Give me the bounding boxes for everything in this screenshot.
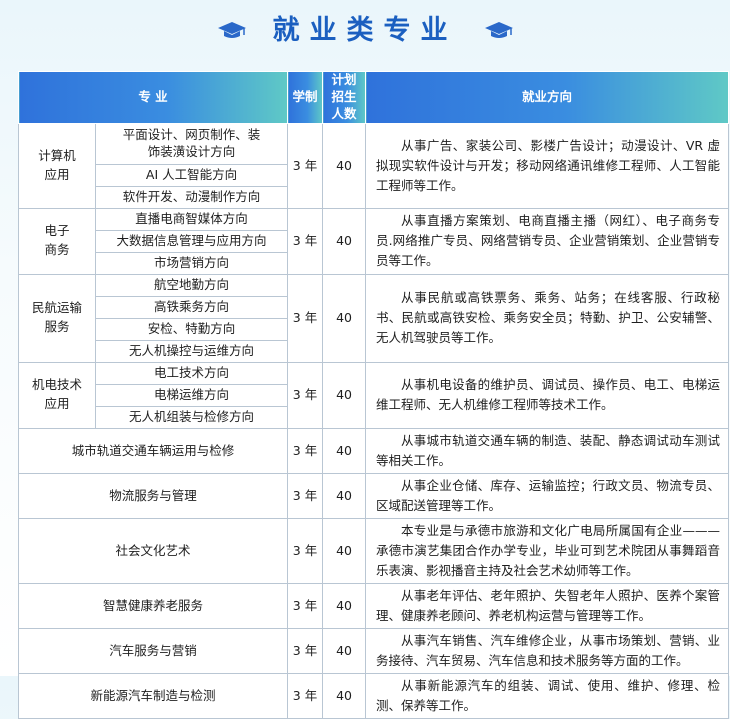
page-header: 就业类专业: [0, 0, 730, 60]
category-cell: 电子商务: [18, 207, 96, 275]
years-cell: 3 年: [287, 582, 324, 629]
plan-cell: 40: [322, 517, 367, 584]
graduation-cap-icon: [484, 22, 513, 38]
direction-cell: 从事城市轨道交通车辆的制造、装配、静态调试动车测试等相关工作。: [365, 427, 730, 474]
years-cell: 3 年: [287, 472, 324, 519]
plan-cell: 40: [322, 672, 367, 719]
plan-cell: 40: [322, 582, 367, 629]
major-cell: 社会文化艺术: [17, 517, 289, 584]
years-cell: 3 年: [287, 122, 324, 209]
table-row: 机电技术应用 电工技术方向 3 年 40 从事机电设备的维护员、调试员、操作员、…: [18, 361, 730, 429]
majors-table: 专 业 学制 计划招生人数 就业方向 计算机应用 平面设计、网页制作、装饰装潢设…: [17, 71, 730, 719]
plan-cell: 40: [322, 627, 367, 674]
table-row: 电子商务 直播电商智媒体方向 3 年 40 从事直播方案策划、电商直播主播（网红…: [18, 207, 730, 275]
category-label: 电子商务: [44, 223, 70, 258]
direction-cell: 从事老年评估、老年照护、失智老年人照护、医养个案管理、健康养老顾问、养老机构运营…: [365, 582, 730, 629]
page-title: 就业类专业: [272, 14, 458, 46]
direction-cell: 从事广告、家装公司、影楼广告设计；动漫设计、VR 虚拟现实软件设计与开发；移动网…: [365, 122, 730, 209]
header-major: 专 业: [17, 71, 289, 124]
direction-cell: 从事企业仓储、库存、运输监控；行政文员、物流专员、区域配送管理等工作。: [365, 472, 730, 519]
table-row: 民航运输服务 航空地勤方向 3 年 40 从事民航或高铁票务、乘务、站务；在线客…: [18, 273, 730, 363]
sub-major-cell: AI 人工智能方向: [94, 163, 289, 187]
direction-cell: 从事机电设备的维护员、调试员、操作员、电工、电梯运维工程师、无人机维修工程师等技…: [365, 361, 730, 429]
sub-major-cell: 电梯运维方向: [94, 383, 289, 407]
sub-major-cell: 软件开发、动漫制作方向: [94, 185, 289, 209]
direction-cell: 本专业是与承德市旅游和文化广电局所属国有企业———承德市演艺集团合作办学专业，毕…: [365, 517, 730, 584]
sub-major-cell: 市场营销方向: [94, 251, 289, 275]
sub-major-cell: 大数据信息管理与应用方向: [94, 229, 289, 253]
years-cell: 3 年: [287, 273, 324, 363]
years-cell: 3 年: [287, 427, 324, 474]
category-cell: 计算机应用: [18, 122, 96, 209]
table-row: 智慧健康养老服务 3 年 40 从事老年评估、老年照护、失智老年人照护、医养个案…: [17, 582, 730, 629]
table-row: 物流服务与管理 3 年 40 从事企业仓储、库存、运输监控；行政文员、物流专员、…: [17, 472, 730, 519]
direction-cell: 从事直播方案策划、电商直播主播（网红）、电子商务专员.网络推广专员、网络营销专员…: [365, 207, 730, 275]
table-row: 新能源汽车制造与检测 3 年 40 从事新能源汽车的组装、调试、使用、维护、修理…: [17, 672, 730, 719]
table-row: 汽车服务与营销 3 年 40 从事汽车销售、汽车维修企业，从事市场策划、营销、业…: [17, 627, 730, 674]
years-cell: 3 年: [287, 361, 324, 429]
category-label: 计算机应用: [38, 147, 76, 182]
major-cell: 物流服务与管理: [17, 472, 289, 519]
sub-major-cell: 高铁乘务方向: [94, 295, 289, 319]
years-cell: 3 年: [287, 517, 324, 584]
table-row: 城市轨道交通车辆运用与检修 3 年 40 从事城市轨道交通车辆的制造、装配、静态…: [17, 427, 730, 474]
sub-major-cell: 航空地勤方向: [94, 273, 289, 297]
sub-major-cell: 无人机组装与检修方向: [94, 405, 289, 429]
category-label: 机电技术应用: [31, 377, 82, 412]
table-row: 计算机应用 平面设计、网页制作、装饰装潢设计方向 3 年 40 从事广告、家装公…: [18, 122, 730, 209]
plan-cell: 40: [322, 427, 367, 474]
header-direction: 就业方向: [365, 71, 730, 124]
table-row: 社会文化艺术 3 年 40 本专业是与承德市旅游和文化广电局所属国有企业———承…: [17, 517, 730, 584]
sub-major-cell: 无人机操控与运维方向: [94, 339, 289, 363]
sub-major-cell: 安检、特勤方向: [94, 317, 289, 341]
header-years: 学制: [287, 71, 324, 124]
category-cell: 民航运输服务: [18, 273, 96, 363]
plan-cell: 40: [322, 207, 367, 275]
category-label: 民航运输服务: [31, 300, 82, 335]
years-cell: 3 年: [287, 627, 324, 674]
direction-cell: 从事民航或高铁票务、乘务、站务；在线客服、行政秘书、民航或高铁安检、乘务安全员；…: [365, 273, 730, 363]
major-cell: 汽车服务与营销: [17, 627, 289, 674]
plan-cell: 40: [322, 122, 367, 209]
graduation-cap-icon: [217, 22, 246, 38]
sub-major-cell: 直播电商智媒体方向: [94, 207, 289, 231]
years-cell: 3 年: [287, 672, 324, 719]
category-cell: 机电技术应用: [18, 361, 96, 429]
header-plan: 计划招生人数: [322, 71, 367, 124]
header-plan-text: 计划招生人数: [331, 72, 357, 121]
direction-cell: 从事新能源汽车的组装、调试、使用、维护、修理、检测、保养等工作。: [365, 672, 730, 719]
direction-cell: 从事汽车销售、汽车维修企业，从事市场策划、营销、业务接待、汽车贸易、汽车信息和技…: [365, 627, 730, 674]
major-cell: 城市轨道交通车辆运用与检修: [17, 427, 289, 474]
plan-cell: 40: [322, 361, 367, 429]
years-cell: 3 年: [287, 207, 324, 275]
sub-major-cell: 平面设计、网页制作、装饰装潢设计方向: [94, 122, 289, 165]
major-cell: 新能源汽车制造与检测: [17, 672, 289, 719]
plan-cell: 40: [322, 472, 367, 519]
table-header-row: 专 业 学制 计划招生人数 就业方向: [17, 71, 730, 124]
plan-cell: 40: [322, 273, 367, 363]
sub-major-cell: 电工技术方向: [94, 361, 289, 385]
major-cell: 智慧健康养老服务: [17, 582, 289, 629]
